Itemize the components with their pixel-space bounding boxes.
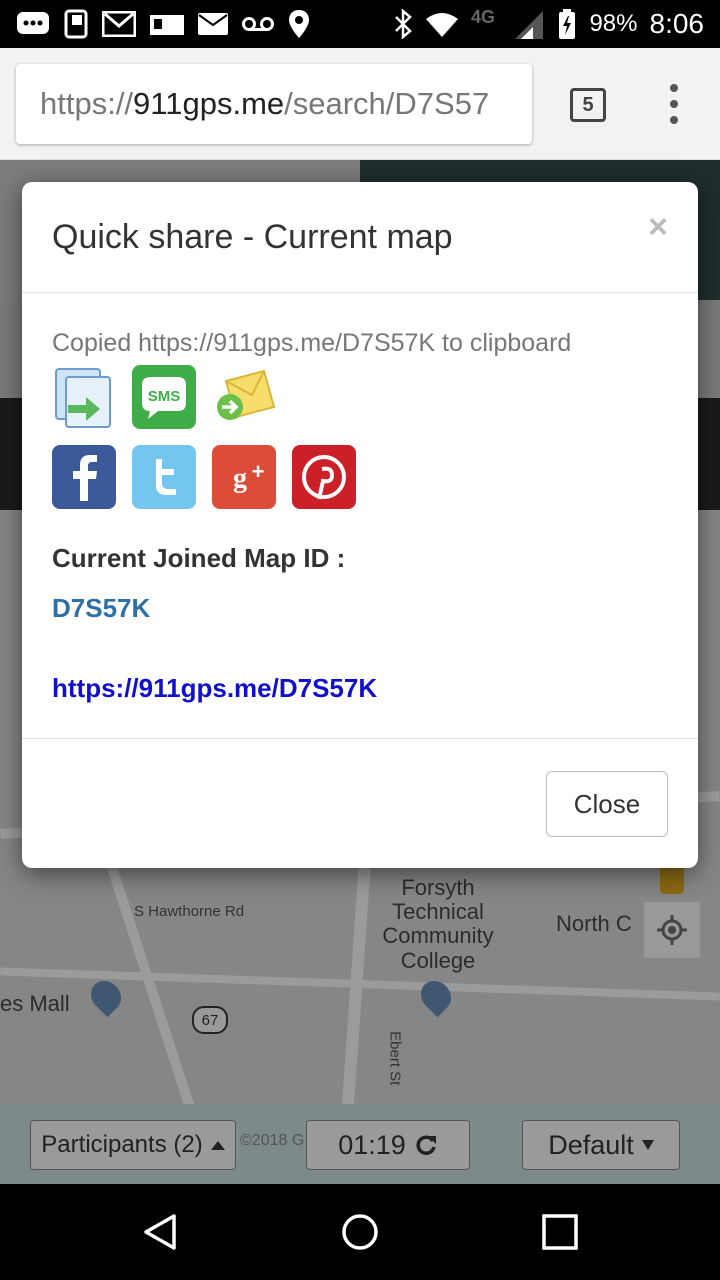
voicemail-icon	[242, 15, 274, 33]
map-share-link[interactable]: https://911gps.me/D7S57K	[52, 673, 377, 704]
route-marker: 67	[192, 1006, 228, 1034]
modal-header: Quick share - Current map ×	[22, 182, 698, 293]
map-label-forsyth: Forsyth Technical Community College	[382, 875, 494, 973]
battery-icon	[557, 8, 577, 40]
map-label-north: North C	[556, 911, 632, 936]
back-icon[interactable]	[140, 1212, 180, 1252]
gmail-icon	[102, 11, 136, 37]
sms-icon[interactable]: SMS	[132, 365, 196, 429]
url-scheme: https://	[40, 86, 134, 121]
modal-footer: Close	[22, 738, 698, 868]
email-icon[interactable]	[212, 365, 276, 429]
map-id-value: D7S57K	[52, 593, 151, 623]
url-bar[interactable]: https://911gps.me/search/D7S57	[16, 64, 532, 144]
participants-label: Participants (2)	[41, 1131, 203, 1158]
menu-dot	[670, 100, 678, 108]
copy-icon[interactable]	[52, 365, 116, 429]
sms-label: SMS	[148, 388, 181, 405]
quick-share-modal: Quick share - Current map × Copied https…	[22, 182, 698, 868]
timer-value: 01:19	[338, 1129, 406, 1160]
bottom-toolbar: Participants (2) ©2018 G 01:19 Default	[0, 1104, 720, 1184]
svg-text:g: g	[233, 463, 247, 494]
my-location-button[interactable]	[644, 902, 700, 958]
crosshair-icon	[657, 915, 687, 945]
share-row-social: g +	[52, 445, 356, 509]
location-icon	[288, 9, 310, 39]
refresh-icon	[416, 1135, 436, 1155]
map-notify-icon	[150, 11, 184, 37]
pinterest-icon[interactable]	[292, 445, 356, 509]
wifi-icon	[425, 11, 459, 37]
bluetooth-icon	[393, 9, 413, 39]
browser-toolbar: https://911gps.me/search/D7S57 5	[0, 48, 720, 160]
message-icon	[16, 11, 50, 37]
map-label-ebert: Ebert St	[386, 1031, 404, 1086]
nfc-icon	[64, 9, 88, 39]
tab-count: 5	[582, 93, 594, 116]
google-plus-icon[interactable]: g +	[212, 445, 276, 509]
mode-select[interactable]: Default	[522, 1120, 680, 1170]
map-copyright: ©2018 G	[240, 1132, 305, 1149]
home-icon[interactable]	[340, 1212, 380, 1252]
participants-button[interactable]: Participants (2)	[30, 1120, 236, 1170]
signal-icon: 4G	[471, 7, 545, 41]
battery-percent: 98%	[589, 10, 638, 37]
caret-down-icon	[641, 1140, 654, 1150]
joined-map-label: Current Joined Map ID :	[52, 543, 346, 573]
refresh-timer-button[interactable]: 01:19	[306, 1120, 470, 1170]
url-host: 911gps.me	[133, 86, 285, 121]
close-button[interactable]: Close	[546, 771, 668, 837]
system-nav-bar	[0, 1184, 720, 1280]
facebook-icon[interactable]	[52, 445, 116, 509]
menu-dot	[670, 84, 678, 92]
modal-title: Quick share - Current map	[52, 218, 453, 256]
copied-message: Copied https://911gps.me/D7S57K to clipb…	[52, 329, 572, 357]
tab-switcher-button[interactable]: 5	[570, 88, 606, 122]
map-label-mall: es Mall	[0, 991, 70, 1016]
clock: 8:06	[649, 8, 705, 39]
browser-menu-button[interactable]	[660, 84, 688, 124]
status-bar: 4G 98% 8:06	[0, 0, 720, 48]
menu-dot	[670, 116, 678, 124]
close-icon[interactable]: ×	[648, 210, 668, 244]
share-row-primary: SMS	[52, 365, 276, 429]
network-type: 4G	[471, 7, 495, 27]
mail-icon	[198, 13, 228, 35]
svg-text:+: +	[252, 459, 265, 484]
url-path: /search/D7S57	[284, 86, 490, 121]
map-label-hawthorne: S Hawthorne Rd	[134, 903, 245, 920]
screen: 4G 98% 8:06 https://911gps.me/search/D7S…	[0, 0, 720, 1280]
caret-up-icon	[210, 1140, 225, 1150]
mode-value: Default	[548, 1129, 634, 1160]
recents-icon[interactable]	[540, 1212, 580, 1252]
twitter-icon[interactable]	[132, 445, 196, 509]
